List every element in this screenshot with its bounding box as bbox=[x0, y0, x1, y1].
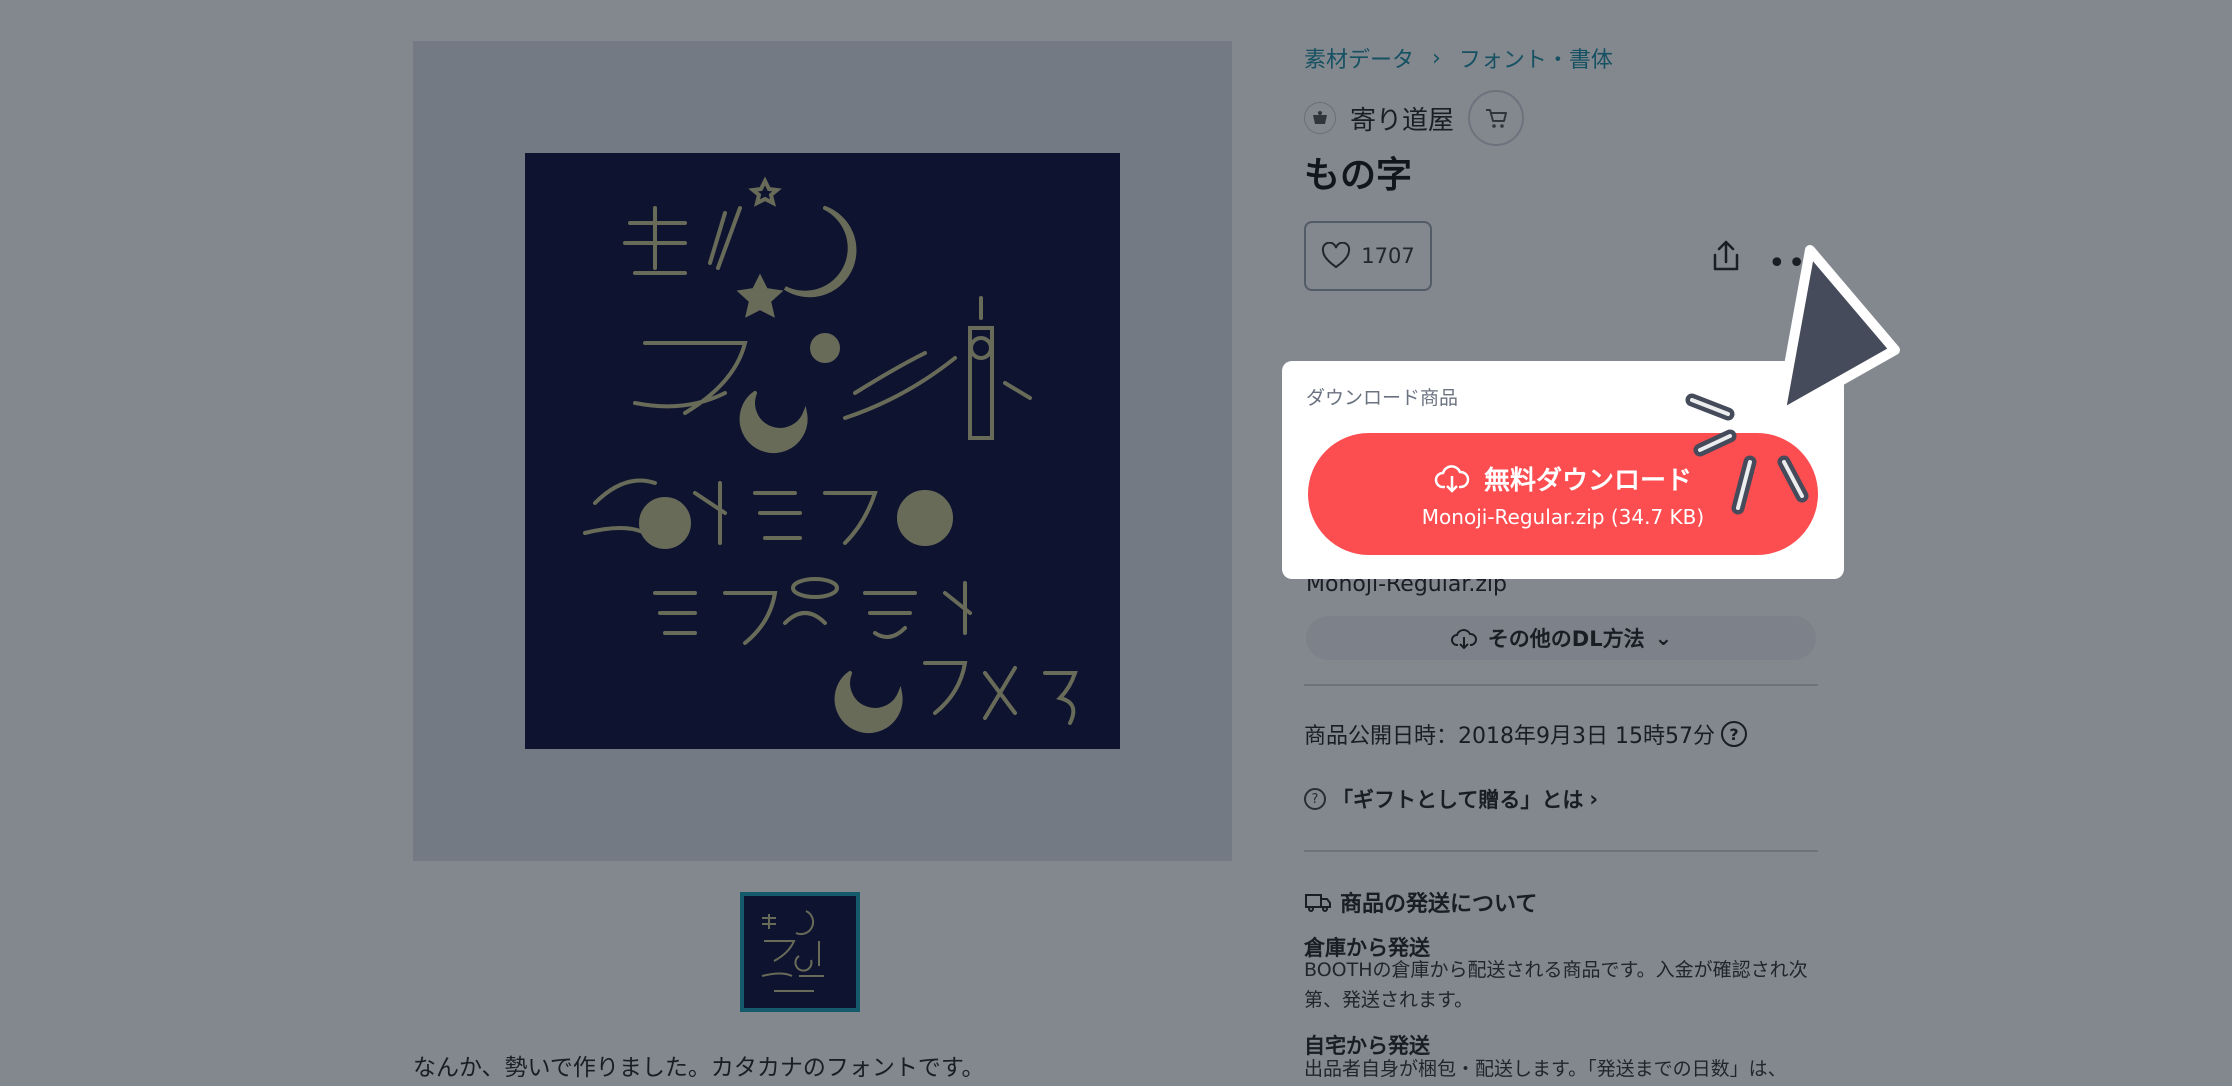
shop-logo-icon bbox=[1313, 111, 1327, 124]
like-button[interactable]: 1707 bbox=[1304, 221, 1432, 291]
font-sample-artwork bbox=[583, 176, 1078, 734]
chevron-down-icon: ⌄ bbox=[1654, 626, 1673, 650]
free-download-main: 無料ダウンロード bbox=[1434, 460, 1692, 497]
chevron-right-icon: › bbox=[1432, 45, 1441, 71]
other-download-methods-button[interactable]: その他のDL方法 ⌄ bbox=[1306, 616, 1816, 660]
thumbnail-artwork bbox=[761, 910, 824, 992]
divider bbox=[1304, 684, 1818, 686]
other-download-methods-label: その他のDL方法 bbox=[1487, 627, 1645, 651]
shipping-title-text: 商品の発送について bbox=[1340, 892, 1538, 917]
warehouse-shipping-text: BOOTHの倉庫から配送される商品です。入金が確認され次第、発送されます。 bbox=[1304, 959, 1808, 1011]
product-page: なんか、勢いで作りました。カタカナのフォントです。 素材データ › フォント・書… bbox=[0, 0, 2232, 1086]
shop-avatar[interactable] bbox=[1304, 102, 1336, 134]
download-card-label: ダウンロード商品 bbox=[1306, 387, 1459, 409]
product-main-image[interactable] bbox=[525, 153, 1120, 749]
cloud-download-icon bbox=[1434, 465, 1470, 493]
breadcrumb: 素材データ › フォント・書体 bbox=[1304, 42, 1613, 74]
free-download-file-info: Monoji-Regular.zip (34.7 KB) bbox=[1421, 504, 1705, 529]
chevron-right-icon: › bbox=[1589, 787, 1599, 811]
cart-icon bbox=[1486, 109, 1508, 128]
breadcrumb-item-subcategory[interactable]: フォント・書体 bbox=[1459, 42, 1613, 74]
gift-info-link[interactable]: ? 「ギフトとして贈る」とは › bbox=[1304, 784, 1598, 814]
publish-date: 商品公開日時：2018年9月3日 15時57分 ? bbox=[1304, 718, 1747, 750]
shop-info: 寄り道屋 bbox=[1304, 90, 1525, 146]
shop-cart-button[interactable] bbox=[1468, 90, 1525, 146]
help-icon: ? bbox=[1304, 788, 1326, 810]
help-icon[interactable]: ? bbox=[1720, 721, 1747, 747]
product-title: もの字 bbox=[1304, 155, 1413, 196]
gift-info-label: 「ギフトとして贈る」とは bbox=[1332, 788, 1584, 812]
heart-icon bbox=[1322, 242, 1351, 269]
like-count: 1707 bbox=[1361, 244, 1415, 268]
publish-date-text: 商品公開日時：2018年9月3日 15時57分 bbox=[1304, 724, 1715, 749]
product-description: なんか、勢いで作りました。カタカナのフォントです。 bbox=[413, 1055, 985, 1081]
pointer-cursor-icon bbox=[1685, 245, 1900, 515]
free-download-label: 無料ダウンロード bbox=[1483, 465, 1692, 496]
truck-icon bbox=[1305, 894, 1331, 912]
shop-name[interactable]: 寄り道屋 bbox=[1350, 100, 1454, 137]
divider bbox=[1304, 850, 1818, 852]
cloud-download-icon bbox=[1450, 629, 1477, 650]
breadcrumb-item-category[interactable]: 素材データ bbox=[1304, 42, 1414, 74]
thumbnail-image[interactable] bbox=[740, 892, 860, 1012]
self-shipping-text: 出品者自身が梱包・配送します。「発送までの日数」は、 bbox=[1304, 1058, 1787, 1080]
shipping-section-title: 商品の発送について bbox=[1304, 886, 1537, 918]
